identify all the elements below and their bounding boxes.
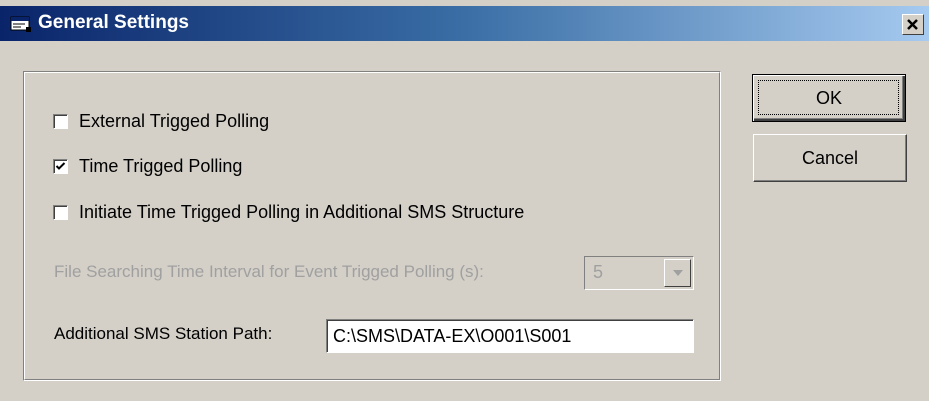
- window-title: General Settings: [38, 12, 189, 33]
- interval-label: File Searching Time Interval for Event T…: [54, 262, 484, 281]
- time-polling-label[interactable]: Time Trigged Polling: [79, 156, 242, 177]
- initiate-polling-checkbox[interactable]: [53, 204, 68, 220]
- cancel-button[interactable]: Cancel: [753, 134, 907, 182]
- interval-value: 5: [593, 262, 604, 282]
- external-polling-label[interactable]: External Trigged Polling: [79, 111, 269, 132]
- interval-dropdown-button[interactable]: [664, 259, 691, 287]
- initiate-polling-option[interactable]: Initiate Time Trigged Polling in Additio…: [53, 201, 524, 223]
- app-window-icon: [10, 15, 32, 33]
- general-settings-dialog: General Settings External Trigged Pollin…: [0, 0, 929, 401]
- focus-rectangle: [758, 80, 899, 115]
- chevron-down-icon: [673, 270, 683, 276]
- close-icon: [907, 19, 918, 30]
- close-button[interactable]: [902, 14, 924, 35]
- station-path-label: Additional SMS Station Path:: [54, 324, 273, 343]
- cancel-button-label: Cancel: [801, 147, 859, 168]
- time-polling-checkbox[interactable]: [53, 158, 68, 174]
- station-path-input[interactable]: [326, 319, 694, 353]
- ok-button[interactable]: OK: [752, 74, 906, 122]
- interval-dropdown[interactable]: 5: [584, 256, 694, 290]
- title-bar[interactable]: General Settings: [0, 6, 929, 41]
- initiate-polling-label[interactable]: Initiate Time Trigged Polling in Additio…: [79, 202, 524, 223]
- external-polling-option[interactable]: External Trigged Polling: [53, 110, 269, 132]
- time-polling-option[interactable]: Time Trigged Polling: [53, 155, 242, 177]
- checkmark-icon: [55, 161, 66, 170]
- external-polling-checkbox[interactable]: [53, 113, 68, 129]
